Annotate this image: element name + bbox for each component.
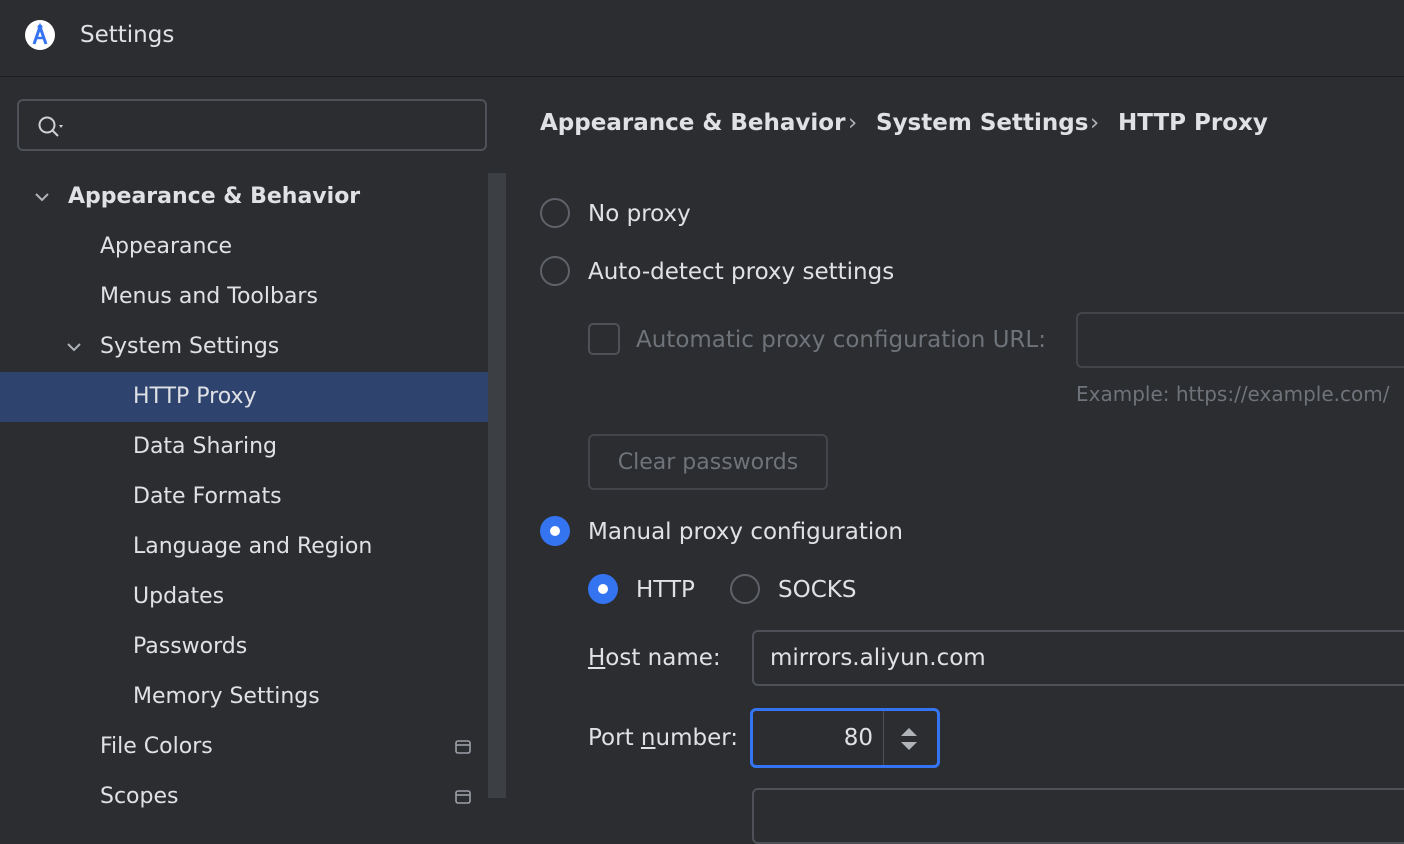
tree-item-scopes[interactable]: Scopes	[0, 772, 506, 822]
auto-detect-radio[interactable]	[540, 256, 570, 286]
tree-item-appearance[interactable]: Appearance	[0, 222, 506, 272]
manual-proxy-radio[interactable]	[540, 516, 570, 546]
chevron-down-icon[interactable]	[34, 189, 50, 205]
breadcrumb-item[interactable]: System Settings	[876, 105, 1088, 141]
tree-item-label: Appearance & Behavior	[68, 184, 361, 209]
no-proxy-label[interactable]: No proxy	[588, 198, 691, 230]
title-bar: Settings	[0, 0, 1404, 77]
tree-item-label: Updates	[133, 584, 225, 609]
tree-item-memory-settings[interactable]: Memory Settings	[0, 672, 506, 722]
spinner-arrows-icon[interactable]	[899, 725, 919, 753]
android-studio-logo-icon	[25, 20, 55, 50]
tree-item-http-proxy[interactable]: HTTP Proxy	[0, 372, 506, 422]
settings-sidebar: Appearance & Behavior Appearance Menus a…	[0, 77, 506, 809]
auto-config-url-input[interactable]	[1076, 312, 1404, 368]
auto-config-url-label: Automatic proxy configuration URL:	[636, 327, 1046, 353]
tree-item-label: HTTP Proxy	[133, 384, 257, 409]
tree-item-updates[interactable]: Updates	[0, 572, 506, 622]
tree-item-passwords[interactable]: Passwords	[0, 622, 506, 672]
auto-detect-label[interactable]: Auto-detect proxy settings	[588, 256, 894, 288]
breadcrumb-item: HTTP Proxy	[1118, 110, 1268, 136]
host-name-label: Host name:	[588, 645, 721, 671]
port-number-input[interactable]: 80	[750, 708, 940, 768]
tree-item-appearance-behavior[interactable]: Appearance & Behavior	[0, 172, 506, 222]
clear-passwords-button[interactable]: Clear passwords	[588, 434, 828, 490]
tree-item-file-colors[interactable]: File Colors	[0, 722, 506, 772]
host-name-input[interactable]: mirrors.aliyun.com	[752, 630, 1404, 686]
http-radio[interactable]	[588, 574, 618, 604]
breadcrumb-separator: ›	[1090, 110, 1100, 136]
tree-item-label: Date Formats	[133, 484, 282, 509]
tree-item-label: Scopes	[100, 784, 179, 809]
chevron-down-icon[interactable]	[66, 339, 82, 355]
tree-item-system-settings[interactable]: System Settings	[0, 322, 506, 372]
breadcrumb-separator: ›	[848, 110, 858, 136]
auto-config-url-checkbox[interactable]	[588, 323, 620, 355]
example-hint: Example: https://example.com/	[1076, 382, 1390, 406]
tree-item-label: Language and Region	[133, 534, 373, 559]
tree-item-label: Appearance	[100, 234, 233, 259]
search-icon	[38, 116, 63, 137]
port-spinner-divider	[883, 711, 884, 765]
tree-item-label: Menus and Toolbars	[100, 284, 318, 309]
tree-item-label: Passwords	[133, 634, 248, 659]
tree-item-label: Memory Settings	[133, 684, 320, 709]
no-proxy-radio[interactable]	[540, 198, 570, 228]
next-field-input[interactable]	[752, 788, 1404, 844]
tree-item-language-region[interactable]: Language and Region	[0, 522, 506, 572]
tree-item-label: System Settings	[100, 334, 280, 359]
socks-radio[interactable]	[730, 574, 760, 604]
window-title: Settings	[80, 22, 175, 48]
socks-label[interactable]: SOCKS	[778, 574, 856, 606]
search-input[interactable]	[79, 111, 473, 141]
tree-item-label: File Colors	[100, 734, 213, 759]
project-level-icon	[455, 740, 471, 754]
tree-item-date-formats[interactable]: Date Formats	[0, 472, 506, 522]
port-number-label: Port number:	[588, 725, 739, 751]
host-name-value: mirrors.aliyun.com	[770, 645, 986, 671]
project-level-icon	[455, 790, 471, 804]
sidebar-scrollbar[interactable]	[488, 173, 506, 798]
http-label[interactable]: HTTP	[636, 574, 695, 606]
search-box[interactable]	[17, 99, 487, 151]
tree-item-menus-toolbars[interactable]: Menus and Toolbars	[0, 272, 506, 322]
manual-proxy-label[interactable]: Manual proxy configuration	[588, 516, 903, 548]
settings-content: Appearance & Behavior › System Settings …	[506, 77, 1404, 844]
breadcrumb-item[interactable]: Appearance & Behavior	[540, 105, 845, 141]
tree-item-data-sharing[interactable]: Data Sharing	[0, 422, 506, 472]
tree-item-label: Data Sharing	[133, 434, 277, 459]
port-number-value: 80	[843, 725, 873, 751]
